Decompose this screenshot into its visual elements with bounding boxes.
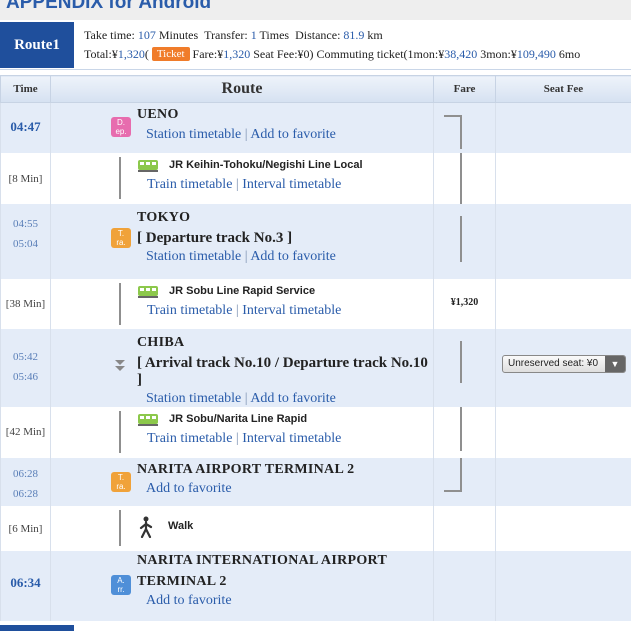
- route-summary: Take time: 107 Minutes Transfer: 1 Times…: [84, 28, 581, 61]
- train-icon: [138, 413, 158, 426]
- station-name-narita-international: NARITA INTERNATIONAL AIRPORT: [137, 552, 388, 568]
- duration-walk: [6 Min]: [0, 505, 51, 551]
- route-header: Route1 Take time: 107 Minutes Transfer: …: [0, 20, 631, 70]
- station-row-chiba: 05:42 05:46 CHIBA [ Arrival track No.10 …: [0, 328, 631, 407]
- add-to-favorite-link[interactable]: Add to favorite: [250, 249, 336, 264]
- transfer-value: 1: [250, 28, 257, 42]
- time-narita-international: 06:34: [0, 550, 51, 621]
- header-time: Time: [0, 75, 51, 103]
- fare-value: 1,320: [223, 46, 251, 61]
- header-route: Route: [50, 75, 434, 103]
- interval-timetable-link[interactable]: Interval timetable: [242, 177, 341, 192]
- departure-icon: D. ep.: [111, 117, 131, 137]
- route-tab[interactable]: Route1: [0, 22, 74, 68]
- fare-bracket: [444, 489, 462, 492]
- walk-label: Walk: [168, 519, 194, 532]
- departure-time-narita-t2: 06:28: [12, 487, 39, 500]
- route-line: [119, 509, 121, 546]
- route-line: [119, 410, 121, 453]
- arrival-time-tokyo: 04:55: [12, 217, 39, 230]
- fare-bracket: [460, 457, 462, 492]
- next-route-tab[interactable]: [0, 625, 74, 631]
- walk-icon: [139, 516, 153, 538]
- take-time-value: 107: [137, 28, 156, 42]
- station-name-tokyo: TOKYO: [137, 209, 191, 225]
- arrival-time-narita-t2: 06:28: [12, 467, 39, 480]
- add-to-favorite-link[interactable]: Add to favorite: [250, 127, 336, 142]
- station-timetable-link[interactable]: Station timetable: [146, 127, 241, 142]
- chevron-down-icon[interactable]: ▼: [605, 355, 625, 372]
- header-fare: Fare: [433, 75, 496, 103]
- arrival-time-chiba: 05:42: [12, 350, 39, 363]
- train-timetable-link[interactable]: Train timetable: [147, 177, 232, 192]
- fare-bracket: [460, 215, 462, 262]
- departure-time-tokyo: 05:04: [12, 237, 39, 250]
- route-line: [119, 282, 121, 325]
- fare-bracket: [460, 406, 462, 451]
- add-to-favorite-link[interactable]: Add to favorite: [250, 391, 336, 406]
- page-title-bar: APPENDIX for Android: [0, 0, 631, 20]
- station-name-narita-t2: NARITA AIRPORT TERMINAL 2: [137, 461, 355, 477]
- station-timetable-link[interactable]: Station timetable: [146, 391, 241, 406]
- transfer-icon: T. ra.: [111, 471, 131, 492]
- station-name-chiba: CHIBA: [137, 334, 185, 350]
- line-name-sobu-rapid: JR Sobu Line Rapid Service: [169, 284, 316, 297]
- line-row-sobu-narita: [42 Min] JR Sobu/Narita Line Rapid Train…: [0, 406, 631, 458]
- page-title: APPENDIX for Android: [6, 0, 212, 13]
- header-seat-fee: Seat Fee: [495, 75, 631, 103]
- commute-1mon-value: 38,420: [444, 46, 478, 61]
- pass-through-icon: [115, 359, 125, 371]
- line-row-walk: [6 Min] Walk: [0, 505, 631, 551]
- fare-bracket: [460, 115, 462, 149]
- duration-sobu-narita: [42 Min]: [0, 406, 51, 458]
- distance-value: 81.9: [343, 28, 365, 42]
- line-name-keihin: JR Keihin-Tohoku/Negishi Line Local: [169, 158, 363, 171]
- departure-time-chiba: 05:46: [12, 370, 39, 383]
- station-timetable-link[interactable]: Station timetable: [146, 249, 241, 264]
- fare-bracket: [460, 152, 462, 204]
- add-to-favorite-link[interactable]: Add to favorite: [146, 481, 232, 496]
- train-icon: [138, 159, 158, 172]
- track-info-tokyo: [ Departure track No.3 ]: [137, 229, 293, 246]
- station-row-ueno: 04:47 D. ep. UENO Station timetable | Add…: [0, 102, 631, 153]
- total-value: 1,320: [117, 46, 145, 61]
- interval-timetable-link[interactable]: Interval timetable: [242, 431, 341, 446]
- duration-sobu-rapid: [38 Min]: [0, 278, 51, 329]
- route-table: Time Route Fare Seat Fee 04:47 D. ep. UEN…: [0, 75, 631, 621]
- line-name-sobu-narita: JR Sobu/Narita Line Rapid: [169, 412, 308, 425]
- train-timetable-link[interactable]: Train timetable: [147, 303, 232, 318]
- station-row-narita-t2: 06:28 06:28 T. ra. NARITA AIRPORT TERMINA…: [0, 457, 631, 506]
- seat-fee-select[interactable]: Unreserved seat: ¥0 ▼: [502, 354, 626, 373]
- station-row-tokyo: 04:55 05:04 T. ra. TOKYO [ Departure trac…: [0, 203, 631, 279]
- interval-timetable-link[interactable]: Interval timetable: [242, 303, 341, 318]
- line-row-sobu-rapid: [38 Min] JR Sobu Line Rapid Service Trai…: [0, 278, 631, 329]
- train-icon: [138, 285, 158, 298]
- add-to-favorite-link[interactable]: Add to favorite: [146, 593, 232, 608]
- station-row-narita-international: 06:34 A. rr. NARITA INTERNATIONAL AIRPORT…: [0, 550, 631, 621]
- fare-bracket: [460, 340, 462, 383]
- train-timetable-link[interactable]: Train timetable: [147, 431, 232, 446]
- time-ueno: 04:47: [0, 102, 51, 153]
- arrival-icon: A. rr.: [111, 574, 131, 595]
- commute-3mon-value: 109,490: [516, 46, 556, 61]
- fare-amount: ¥1,320: [450, 296, 479, 308]
- route-line: [119, 156, 121, 199]
- transfer-icon: T. ra.: [111, 227, 131, 248]
- track-info-chiba: [ Arrival track No.10 / Departure track …: [137, 354, 428, 388]
- ticket-badge[interactable]: Ticket: [151, 47, 190, 61]
- duration-keihin: [8 Min]: [0, 152, 51, 204]
- station-name-ueno: UENO: [137, 107, 179, 122]
- line-row-keihin: [8 Min] JR Keihin-Tohoku/Negishi Line Lo…: [0, 152, 631, 204]
